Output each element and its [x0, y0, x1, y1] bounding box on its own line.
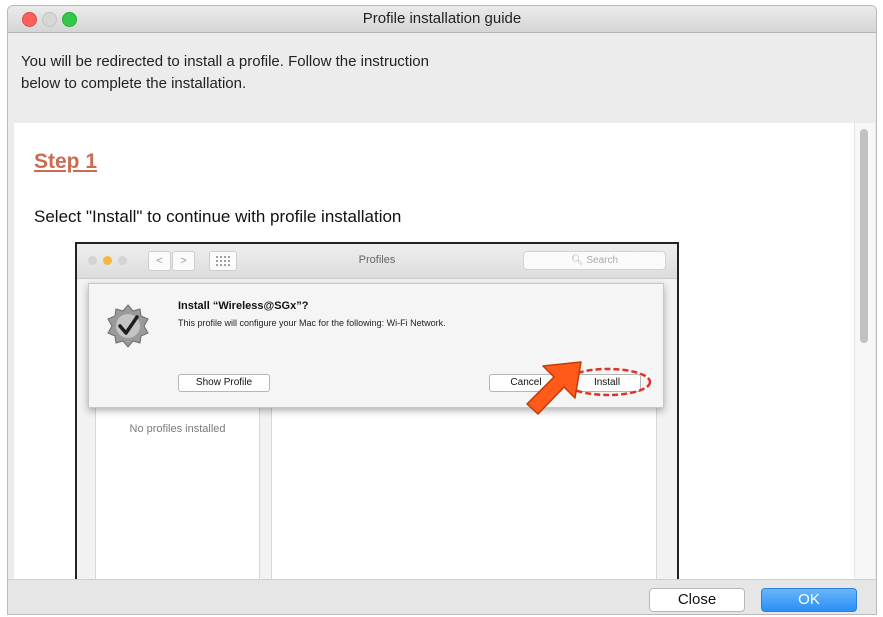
title-bar: Profile installation guide: [8, 6, 876, 33]
intro-line-2: below to complete the installation.: [21, 75, 247, 92]
installation-guide-window: Profile installation guide You will be r…: [7, 5, 877, 615]
search-placeholder: Search: [586, 255, 619, 266]
dialog-title: Install “Wireless@SGx”?: [178, 300, 309, 312]
profiles-toolbar: < > Profiles 🔍︎ Search: [77, 244, 677, 279]
profile-badge-icon: [107, 304, 149, 348]
intro-text: You will be redirected to install a prof…: [21, 51, 581, 95]
guide-content: Step 1 Select "Install" to continue with…: [14, 123, 854, 579]
profile-detail-pane: [271, 402, 657, 579]
search-icon: 🔍︎: [570, 255, 584, 266]
step-title: Step 1: [34, 150, 98, 173]
window-title: Profile installation guide: [362, 10, 522, 27]
scrollbar-thumb[interactable]: [860, 129, 868, 343]
intro-line-1: You will be redirected to install a prof…: [21, 53, 429, 70]
arrow-pointer-icon: [526, 361, 582, 415]
instruction-screenshot: < > Profiles 🔍︎ Search No profiles insta…: [75, 242, 679, 579]
search-field: 🔍︎ Search: [523, 251, 666, 270]
vertical-scrollbar[interactable]: [854, 123, 875, 579]
no-profiles-label: No profiles installed: [129, 423, 226, 435]
button-bar: Close OK: [8, 579, 876, 614]
step-description: Select "Install" to continue with profil…: [34, 207, 402, 226]
show-profile-button: Show Profile: [178, 374, 270, 392]
dialog-message: This profile will configure your Mac for…: [178, 318, 446, 328]
ok-button[interactable]: OK: [761, 588, 857, 612]
profiles-list: No profiles installed: [95, 402, 260, 579]
close-button[interactable]: Close: [649, 588, 745, 612]
